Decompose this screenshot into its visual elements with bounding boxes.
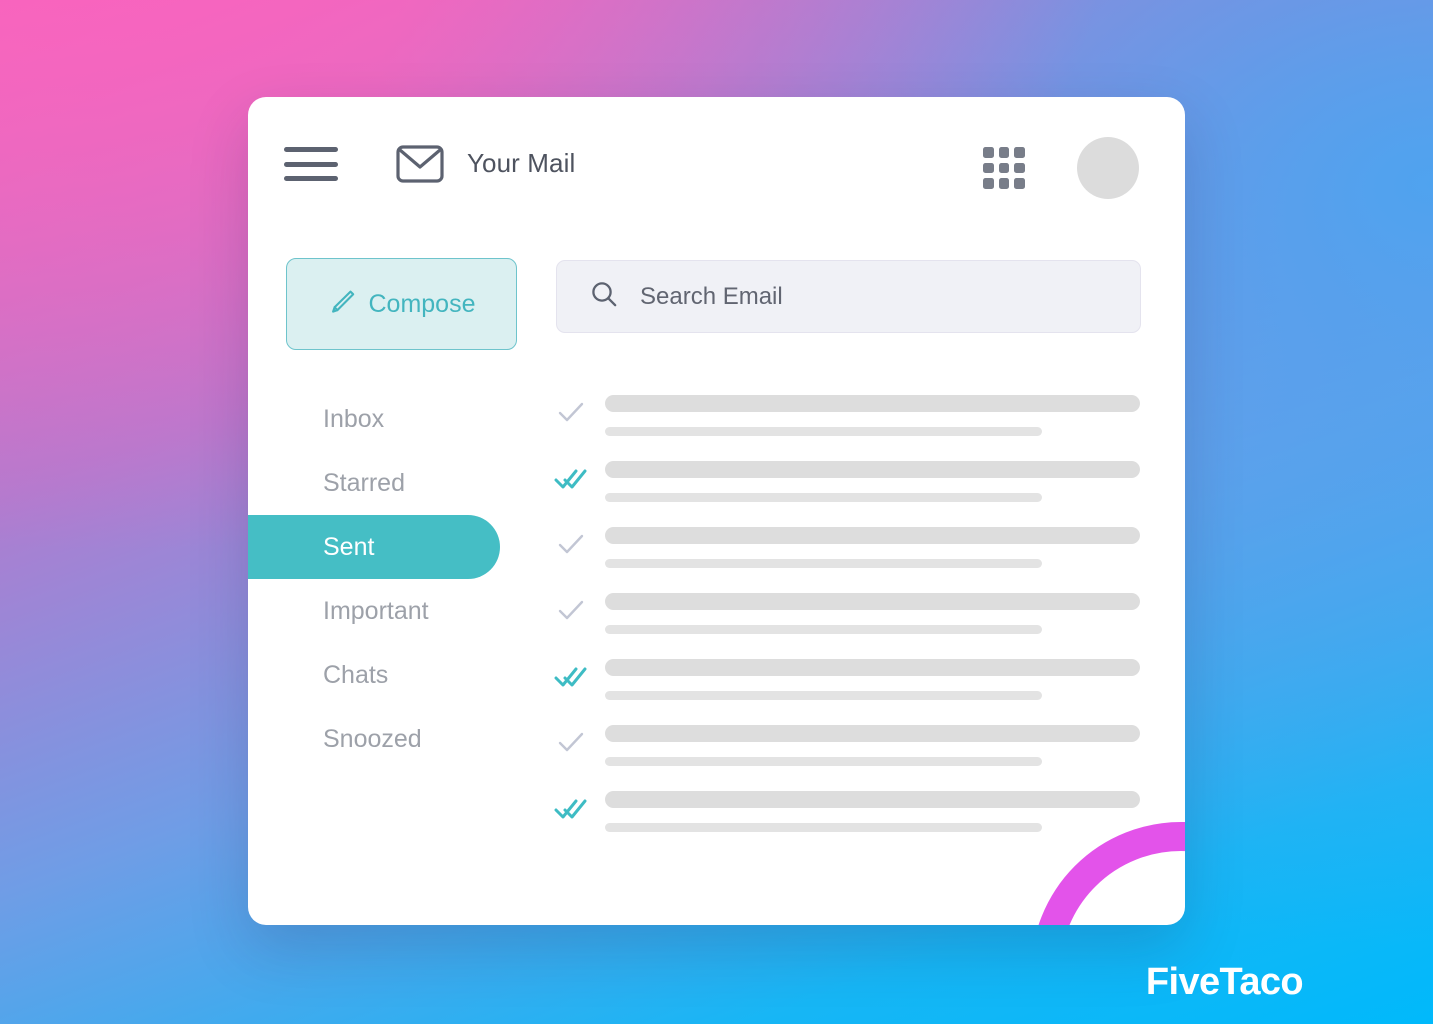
subject-placeholder-bar <box>605 461 1140 478</box>
double-check-icon <box>554 661 588 691</box>
sidebar-nav: Inbox Starred Sent Important Chats Snooz… <box>248 387 500 771</box>
table-row[interactable] <box>548 519 1148 585</box>
sidebar-item-label: Inbox <box>323 404 385 433</box>
table-row[interactable] <box>548 783 1148 849</box>
subject-placeholder-bar <box>605 527 1140 544</box>
apps-grid-cell <box>983 147 994 158</box>
hamburger-menu-icon[interactable] <box>284 147 338 181</box>
hamburger-line <box>284 176 338 181</box>
search-icon <box>590 280 618 313</box>
table-row[interactable] <box>548 387 1148 453</box>
brand-logo: FiveTaco <box>1145 961 1304 1003</box>
pencil-icon <box>328 288 356 321</box>
search-input[interactable]: Search Email <box>556 260 1141 333</box>
hamburger-line <box>284 147 338 152</box>
page-background: Your Mail Compose Search Email Inbox Sta… <box>0 0 1433 1024</box>
apps-grid-cell <box>983 162 994 174</box>
apps-grid-cell <box>1014 178 1025 189</box>
compose-label: Compose <box>368 289 476 318</box>
apps-grid-icon[interactable] <box>983 147 1025 189</box>
single-check-icon <box>554 727 588 757</box>
snippet-placeholder-bar <box>605 625 1042 634</box>
sidebar-item-label: Sent <box>323 532 375 561</box>
apps-grid-cell <box>998 147 1010 158</box>
mail-list <box>548 387 1148 849</box>
subject-placeholder-bar <box>605 791 1140 808</box>
sidebar-item-inbox[interactable]: Inbox <box>248 387 500 451</box>
search-placeholder: Search Email <box>640 282 783 310</box>
sidebar-item-label: Chats <box>323 660 389 689</box>
envelope-icon <box>396 145 444 183</box>
compose-button[interactable]: Compose <box>286 258 517 350</box>
page-title: Your Mail <box>467 148 576 178</box>
single-check-icon <box>554 397 588 427</box>
sidebar-item-label: Important <box>323 596 429 625</box>
hamburger-line <box>284 161 338 167</box>
table-row[interactable] <box>548 585 1148 651</box>
sidebar-item-snoozed[interactable]: Snoozed <box>248 707 500 771</box>
sidebar-item-starred[interactable]: Starred <box>248 451 500 515</box>
apps-grid-cell <box>998 162 1010 174</box>
snippet-placeholder-bar <box>605 757 1042 766</box>
apps-grid-cell <box>1014 162 1025 174</box>
table-row[interactable] <box>548 453 1148 519</box>
sidebar-item-chats[interactable]: Chats <box>248 643 500 707</box>
single-check-icon <box>554 529 588 559</box>
subject-placeholder-bar <box>605 395 1140 412</box>
mail-app-card: Your Mail Compose Search Email Inbox Sta… <box>248 97 1185 925</box>
snippet-placeholder-bar <box>605 493 1042 502</box>
subject-placeholder-bar <box>605 725 1140 742</box>
snippet-placeholder-bar <box>605 691 1042 700</box>
sidebar-item-label: Starred <box>323 468 405 497</box>
table-row[interactable] <box>548 717 1148 783</box>
double-check-icon <box>554 463 588 493</box>
snippet-placeholder-bar <box>605 559 1042 568</box>
double-check-icon <box>554 793 588 823</box>
table-row[interactable] <box>548 651 1148 717</box>
sidebar-item-sent[interactable]: Sent <box>248 515 500 579</box>
avatar[interactable] <box>1077 137 1139 199</box>
sidebar-item-important[interactable]: Important <box>248 579 500 643</box>
snippet-placeholder-bar <box>605 823 1042 832</box>
subject-placeholder-bar <box>605 593 1140 610</box>
sidebar-item-label: Snoozed <box>323 724 422 753</box>
apps-grid-cell <box>983 178 994 189</box>
apps-grid-cell <box>1014 147 1025 158</box>
snippet-placeholder-bar <box>605 427 1042 436</box>
apps-grid-cell <box>998 178 1010 189</box>
single-check-icon <box>554 595 588 625</box>
app-header: Your Mail <box>248 97 1185 237</box>
subject-placeholder-bar <box>605 659 1140 676</box>
